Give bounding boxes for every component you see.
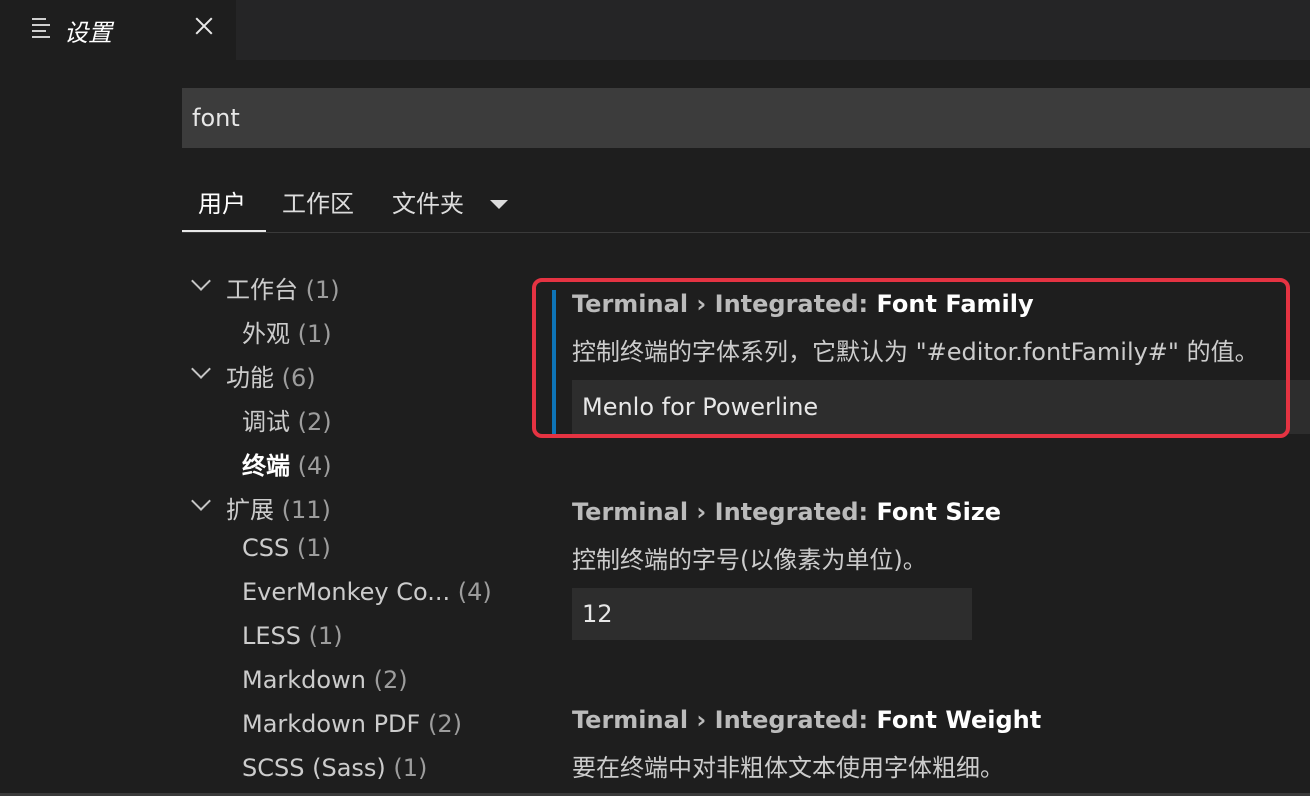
- toc-item-workbench[interactable]: 工作台 (1): [182, 262, 512, 306]
- settings-search-box[interactable]: [182, 88, 1310, 148]
- chevron-down-icon[interactable]: [191, 271, 211, 291]
- folder-dropdown-icon[interactable]: [490, 200, 508, 209]
- toc-item-less[interactable]: LESS (1): [182, 614, 512, 658]
- setting-title: Terminal › Integrated: Font Weight: [572, 706, 1041, 734]
- toc-count: (1): [393, 754, 428, 782]
- setting-font-weight: Terminal › Integrated: Font Weight 要在终端中…: [550, 698, 1310, 796]
- toc-count: (4): [297, 452, 332, 480]
- settings-list-icon: [32, 18, 50, 38]
- toc-count: (11): [281, 496, 331, 524]
- toc-count: (1): [305, 276, 340, 304]
- settings-toc: 工作台 (1) 外观 (1) 功能 (6) 调试 (2) 终端 (4) 扩展 (…: [182, 262, 512, 790]
- setting-description: 控制终端的字号(以像素为单位)。: [572, 546, 927, 574]
- toc-count: (6): [281, 364, 316, 392]
- setting-font-size: Terminal › Integrated: Font Size 控制终端的字号…: [550, 490, 1310, 660]
- tab-workspace[interactable]: 工作区: [282, 184, 354, 219]
- setting-description: 要在终端中对非粗体文本使用字体粗细。: [572, 754, 1004, 782]
- setting-name: Font Weight: [876, 706, 1042, 734]
- settings-tab[interactable]: 设置: [0, 0, 236, 60]
- tab-title: 设置: [64, 19, 112, 47]
- annotation-highlight-box: [532, 278, 1290, 438]
- toc-count: (2): [373, 666, 408, 694]
- toc-item-markdown[interactable]: Markdown (2): [182, 658, 512, 702]
- close-icon[interactable]: [190, 12, 218, 40]
- search-input[interactable]: [182, 88, 1310, 148]
- scope-tabs: 用户 工作区 文件夹: [182, 170, 1310, 234]
- toc-label: Markdown PDF: [242, 710, 421, 738]
- toc-count: (2): [297, 408, 332, 436]
- toc-item-evermonkey[interactable]: EverMonkey Co... (4): [182, 570, 512, 614]
- toc-label: CSS: [242, 534, 290, 562]
- toc-item-extensions[interactable]: 扩展 (11): [182, 482, 512, 526]
- chevron-down-icon[interactable]: [191, 491, 211, 511]
- setting-name: Font Size: [876, 498, 1002, 526]
- setting-category: Terminal › Integrated:: [572, 706, 877, 734]
- toc-item-scss[interactable]: SCSS (Sass) (1): [182, 746, 512, 790]
- toc-label: 调试: [242, 408, 290, 436]
- chevron-down-icon[interactable]: [191, 359, 211, 379]
- setting-category: Terminal › Integrated:: [572, 498, 877, 526]
- toc-item-markdown-pdf[interactable]: Markdown PDF (2): [182, 702, 512, 746]
- toc-label: 工作台: [226, 276, 298, 304]
- toc-count: (4): [457, 578, 492, 606]
- tab-folder[interactable]: 文件夹: [392, 184, 464, 219]
- toc-count: (1): [296, 534, 331, 562]
- setting-title: Terminal › Integrated: Font Size: [572, 498, 1001, 526]
- toc-label: SCSS (Sass): [242, 754, 386, 782]
- toc-label: 功能: [226, 364, 274, 392]
- toc-count: (1): [297, 320, 332, 348]
- toc-label: 扩展: [226, 496, 274, 524]
- font-size-input[interactable]: [572, 588, 972, 640]
- toc-label: 终端: [242, 452, 290, 480]
- tab-bar: 设置: [0, 0, 1310, 60]
- toc-count: (2): [427, 710, 462, 738]
- toc-item-terminal[interactable]: 终端 (4): [182, 438, 512, 482]
- toc-item-debug[interactable]: 调试 (2): [182, 394, 512, 438]
- toc-item-appearance[interactable]: 外观 (1): [182, 306, 512, 350]
- toc-item-css[interactable]: CSS (1): [182, 526, 512, 570]
- toc-label: Markdown: [242, 666, 366, 694]
- toc-label: LESS: [242, 622, 302, 650]
- toc-count: (1): [308, 622, 343, 650]
- toc-label: EverMonkey Co...: [242, 578, 451, 606]
- tab-user[interactable]: 用户: [198, 184, 246, 219]
- scope-divider: [182, 232, 1310, 233]
- toc-item-features[interactable]: 功能 (6): [182, 350, 512, 394]
- toc-label: 外观: [242, 320, 290, 348]
